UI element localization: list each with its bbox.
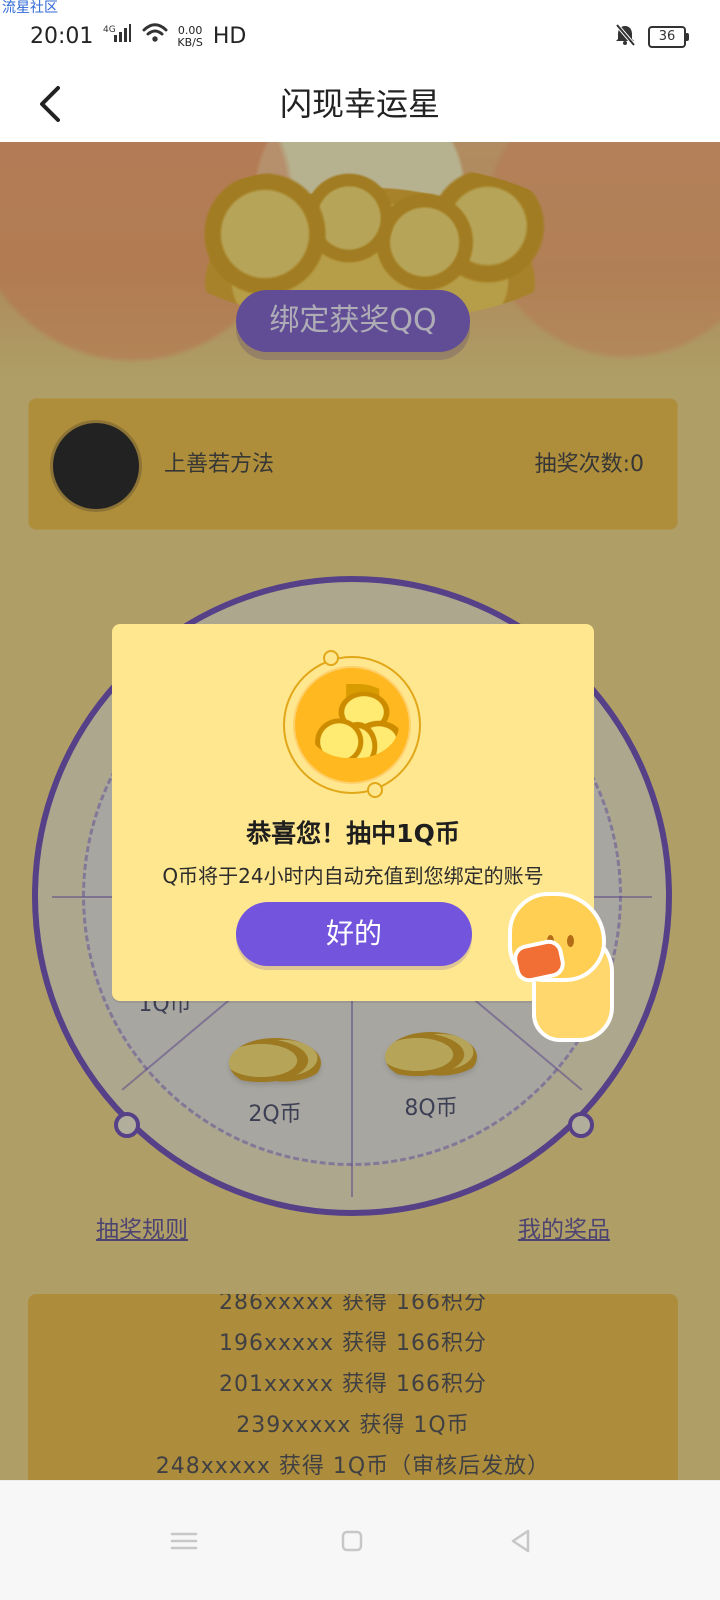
modal-title: 恭喜您！抽中1Q币 (246, 819, 460, 848)
app-screen: 流星社区 20:01 4G 0.00 KB/S HD 36 闪现幸运星 绑定获奖… (0, 0, 720, 1600)
ok-button[interactable]: 好的 (236, 902, 472, 966)
status-right: 36 (614, 23, 689, 51)
back-triangle-icon[interactable] (492, 1513, 548, 1569)
status-left: 20:01 4G 0.00 KB/S HD (30, 22, 246, 51)
watermark-text: 流星社区 (2, 0, 58, 16)
orbit-dot (323, 650, 339, 666)
app-header: 闪现幸运星 (0, 70, 720, 142)
page-title: 闪现幸运星 (279, 85, 440, 123)
signal-icon: 4G (103, 23, 132, 50)
system-nav-bar (0, 1480, 720, 1600)
time-text: 20:01 (30, 23, 94, 49)
mute-bell-icon (614, 23, 636, 51)
modal-description: Q币将于24小时内自动充值到您绑定的账号 (162, 864, 544, 888)
mascot-eye (567, 935, 574, 947)
duck-mascot-image (496, 890, 628, 1066)
hd-badge: HD (212, 23, 247, 49)
prize-coin-icon (283, 650, 421, 798)
network-speed: 0.00 KB/S (177, 24, 203, 49)
wifi-icon (141, 22, 169, 51)
home-square-icon[interactable] (324, 1513, 380, 1569)
status-bar: 流星社区 20:01 4G 0.00 KB/S HD 36 (0, 0, 720, 70)
battery-icon: 36 (648, 26, 689, 48)
orbit-dot (367, 782, 383, 798)
speed-unit: KB/S (177, 35, 203, 49)
coin-stack-icon (293, 666, 411, 784)
menu-icon[interactable] (156, 1513, 212, 1569)
network-type: 4G (103, 25, 116, 35)
coins-icon (307, 684, 399, 758)
